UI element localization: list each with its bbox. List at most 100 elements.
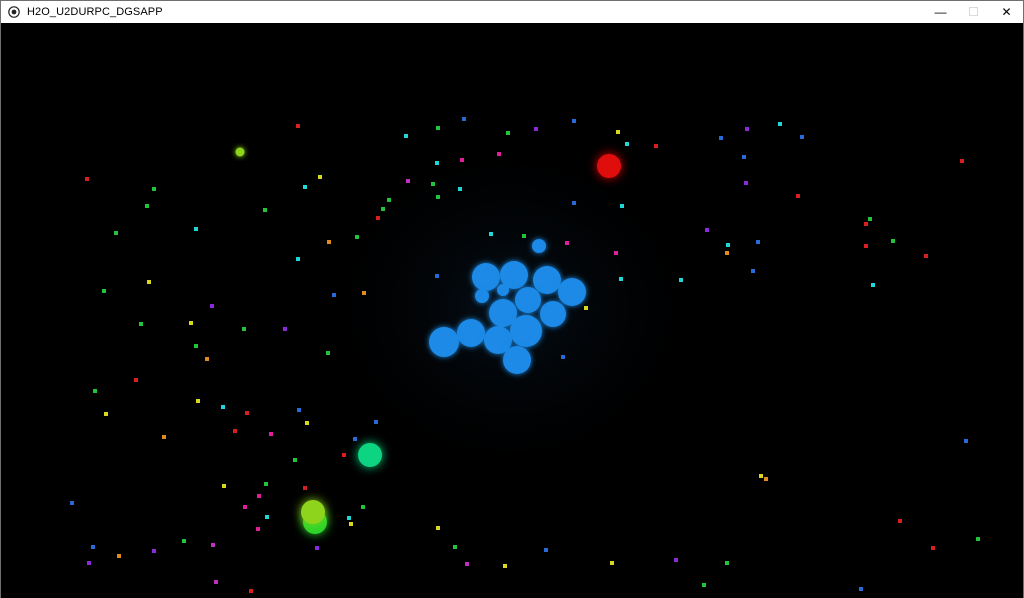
food-pellet xyxy=(242,327,246,331)
food-pellet xyxy=(243,505,247,509)
food-pellet xyxy=(315,546,319,550)
food-pellet xyxy=(931,546,935,550)
food-pellet xyxy=(976,537,980,541)
food-pellet xyxy=(214,580,218,584)
food-pellet xyxy=(196,399,200,403)
food-pellet xyxy=(211,543,215,547)
food-pellet xyxy=(145,204,149,208)
food-pellet xyxy=(362,291,366,295)
food-pellet xyxy=(489,232,493,236)
food-pellet xyxy=(404,134,408,138)
food-pellet xyxy=(263,208,267,212)
game-canvas[interactable] xyxy=(1,23,1023,598)
food-pellet xyxy=(189,321,193,325)
food-pellet xyxy=(376,216,380,220)
food-pellet xyxy=(497,152,501,156)
player-cell[interactable] xyxy=(497,284,509,296)
food-pellet xyxy=(381,207,385,211)
food-pellet xyxy=(778,122,782,126)
food-pellet xyxy=(435,161,439,165)
food-pellet xyxy=(460,158,464,162)
food-pellet xyxy=(891,239,895,243)
close-button[interactable]: ✕ xyxy=(990,1,1023,23)
food-pellet xyxy=(435,274,439,278)
food-pellet xyxy=(152,187,156,191)
food-pellet xyxy=(303,486,307,490)
player-cell[interactable] xyxy=(532,239,546,253)
food-pellet xyxy=(387,198,391,202)
food-pellet xyxy=(114,231,118,235)
food-pellet xyxy=(616,130,620,134)
player-cell[interactable] xyxy=(475,289,489,303)
enemy-cell-lime xyxy=(301,500,325,524)
food-pellet xyxy=(326,351,330,355)
food-pellet xyxy=(458,187,462,191)
food-pellet xyxy=(561,355,565,359)
food-pellet xyxy=(625,142,629,146)
enemy-cell-teal xyxy=(358,443,382,467)
food-pellet xyxy=(679,278,683,282)
food-pellet xyxy=(305,421,309,425)
food-pellet xyxy=(327,240,331,244)
food-pellet xyxy=(162,435,166,439)
food-pellet xyxy=(269,432,273,436)
food-pellet xyxy=(764,477,768,481)
minimize-icon: — xyxy=(934,5,947,19)
food-pellet xyxy=(572,119,576,123)
food-pellet xyxy=(453,545,457,549)
food-pellet xyxy=(800,135,804,139)
food-pellet xyxy=(102,289,106,293)
food-pellet xyxy=(506,131,510,135)
player-cell[interactable] xyxy=(457,319,485,347)
player-cell[interactable] xyxy=(558,278,586,306)
food-pellet xyxy=(544,548,548,552)
player-cell[interactable] xyxy=(472,263,500,291)
food-pellet xyxy=(859,587,863,591)
player-cell[interactable] xyxy=(503,346,531,374)
food-pellet xyxy=(725,251,729,255)
food-pellet xyxy=(349,522,353,526)
player-cell[interactable] xyxy=(533,266,561,294)
food-pellet xyxy=(70,501,74,505)
food-pellet xyxy=(194,227,198,231)
maximize-icon: ☐ xyxy=(968,5,979,19)
food-pellet xyxy=(742,155,746,159)
minimize-button[interactable]: — xyxy=(924,1,957,23)
player-cell[interactable] xyxy=(515,287,541,313)
food-pellet xyxy=(751,269,755,273)
food-pellet xyxy=(960,159,964,163)
food-pellet xyxy=(355,235,359,239)
food-pellet xyxy=(93,389,97,393)
food-pellet xyxy=(265,515,269,519)
food-pellet xyxy=(726,243,730,247)
food-pellet xyxy=(565,241,569,245)
food-pellet xyxy=(864,222,868,226)
maximize-button[interactable]: ☐ xyxy=(957,1,990,23)
food-pellet xyxy=(964,439,968,443)
food-pellet xyxy=(257,494,261,498)
player-cell[interactable] xyxy=(540,301,566,327)
food-pellet xyxy=(152,549,156,553)
food-pellet xyxy=(139,322,143,326)
game-field[interactable] xyxy=(1,23,1023,598)
player-cell[interactable] xyxy=(429,327,459,357)
food-pellet xyxy=(719,136,723,140)
food-pellet xyxy=(182,539,186,543)
player-cell[interactable] xyxy=(510,315,542,347)
food-pellet xyxy=(614,251,618,255)
window-controls: — ☐ ✕ xyxy=(924,1,1023,23)
food-pellet xyxy=(283,327,287,331)
food-pellet xyxy=(332,293,336,297)
food-pellet xyxy=(522,234,526,238)
food-pellet xyxy=(745,127,749,131)
food-pellet xyxy=(705,228,709,232)
food-pellet xyxy=(249,589,253,593)
food-pellet xyxy=(674,558,678,562)
food-pellet xyxy=(503,564,507,568)
title-bar[interactable]: H2O_U2DURPC_DGSAPP — ☐ ✕ xyxy=(1,1,1023,23)
food-pellet xyxy=(406,179,410,183)
food-pellet xyxy=(347,516,351,520)
food-pellet xyxy=(147,280,151,284)
app-window: H2O_U2DURPC_DGSAPP — ☐ ✕ xyxy=(0,0,1024,598)
food-pellet xyxy=(572,201,576,205)
